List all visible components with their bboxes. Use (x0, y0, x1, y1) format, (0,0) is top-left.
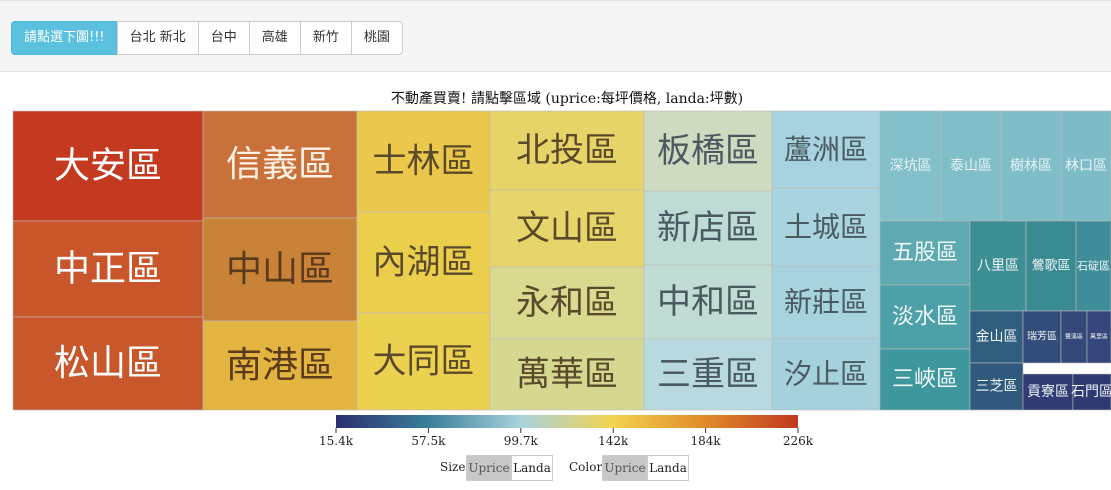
treemap-cell-label: 中和區 (657, 282, 759, 322)
size-uprice-toggle[interactable]: Uprice (466, 455, 512, 481)
treemap-cell-label: 淡水區 (892, 305, 958, 330)
treemap-cell-label: 汐止區 (784, 358, 868, 391)
treemap-cell-label: 鶯歌區 (1031, 259, 1070, 274)
size-landa-toggle[interactable]: Landa (511, 455, 553, 481)
treemap-cell-label: 板橋區 (657, 131, 759, 171)
treemap-cell-label: 大同區 (373, 342, 475, 382)
color-scale-tick-label: 99.7k (504, 434, 539, 448)
treemap-cell-label: 中山區 (226, 249, 334, 290)
color-scale-bar (336, 415, 798, 428)
color-uprice-toggle[interactable]: Uprice (602, 455, 648, 481)
treemap-cell-label: 金山區 (976, 329, 1018, 345)
color-scale-tick-label: 57.5k (411, 434, 446, 448)
treemap-cell-label: 三重區 (657, 355, 759, 395)
color-scale-tick-label: 226k (783, 434, 814, 448)
treemap-cell-label: 松山區 (54, 343, 162, 384)
treemap-cell-label: 雙溪區 (1065, 333, 1083, 341)
treemap-cell-label: 文山區 (516, 209, 618, 249)
treemap-cell-label: 新店區 (657, 208, 759, 248)
treemap-cell-label: 三芝區 (976, 379, 1018, 395)
treemap-cell-label: 石門區 (1071, 384, 1111, 400)
treemap-cell-label: 南港區 (226, 345, 334, 386)
treemap-cell-label: 內湖區 (373, 243, 475, 283)
size-label: Size (440, 460, 466, 474)
treemap-cell-label: 五股區 (892, 241, 958, 266)
treemap-cell-label: 深坑區 (890, 158, 932, 174)
treemap-cell-label: 北投區 (516, 131, 618, 171)
treemap-cell-label: 士林區 (373, 142, 475, 182)
treemap-cell-label: 土城區 (784, 211, 868, 244)
treemap-cell-label: 信義區 (226, 144, 334, 185)
treemap-cell-label: 大安區 (54, 146, 162, 187)
treemap-cell-label: 中正區 (54, 249, 162, 290)
treemap-cell-label: 瑞芳區 (1027, 330, 1057, 343)
treemap-cell-label: 蘆洲區 (784, 133, 868, 166)
color-landa-toggle[interactable]: Landa (647, 455, 689, 481)
treemap-cell-label: 新莊區 (784, 286, 868, 319)
treemap-cell-label: 永和區 (516, 283, 618, 323)
treemap-cell-label: 林口區 (1065, 158, 1107, 174)
treemap-cell-label: 萬華區 (516, 355, 618, 395)
treemap-cell-label: 石碇區 (1077, 259, 1110, 273)
treemap-chart: 大安區中正區松山區 信義區中山區南港區 士林區內湖區大同區 北投區文山區永和區萬華區 板… (12, 110, 1111, 448)
treemap-cell-label: 樹林區 (1010, 158, 1052, 174)
color-scale-tick-label: 142k (598, 434, 629, 448)
size-color-controls: Size Uprice Landa Color Uprice Landa (0, 455, 1111, 481)
treemap-cell-label: 貢寮區 (1027, 383, 1069, 400)
color-scale-tick-label: 15.4k (319, 434, 354, 448)
treemap-cell-label: 八里區 (977, 258, 1019, 274)
treemap-cell-label: 萬里區 (1090, 333, 1108, 341)
color-scale-tick-label: 184k (691, 434, 722, 448)
treemap-cell-label: 泰山區 (950, 158, 992, 174)
treemap-cell-label: 三峽區 (892, 367, 958, 392)
color-label: Color (569, 460, 603, 474)
